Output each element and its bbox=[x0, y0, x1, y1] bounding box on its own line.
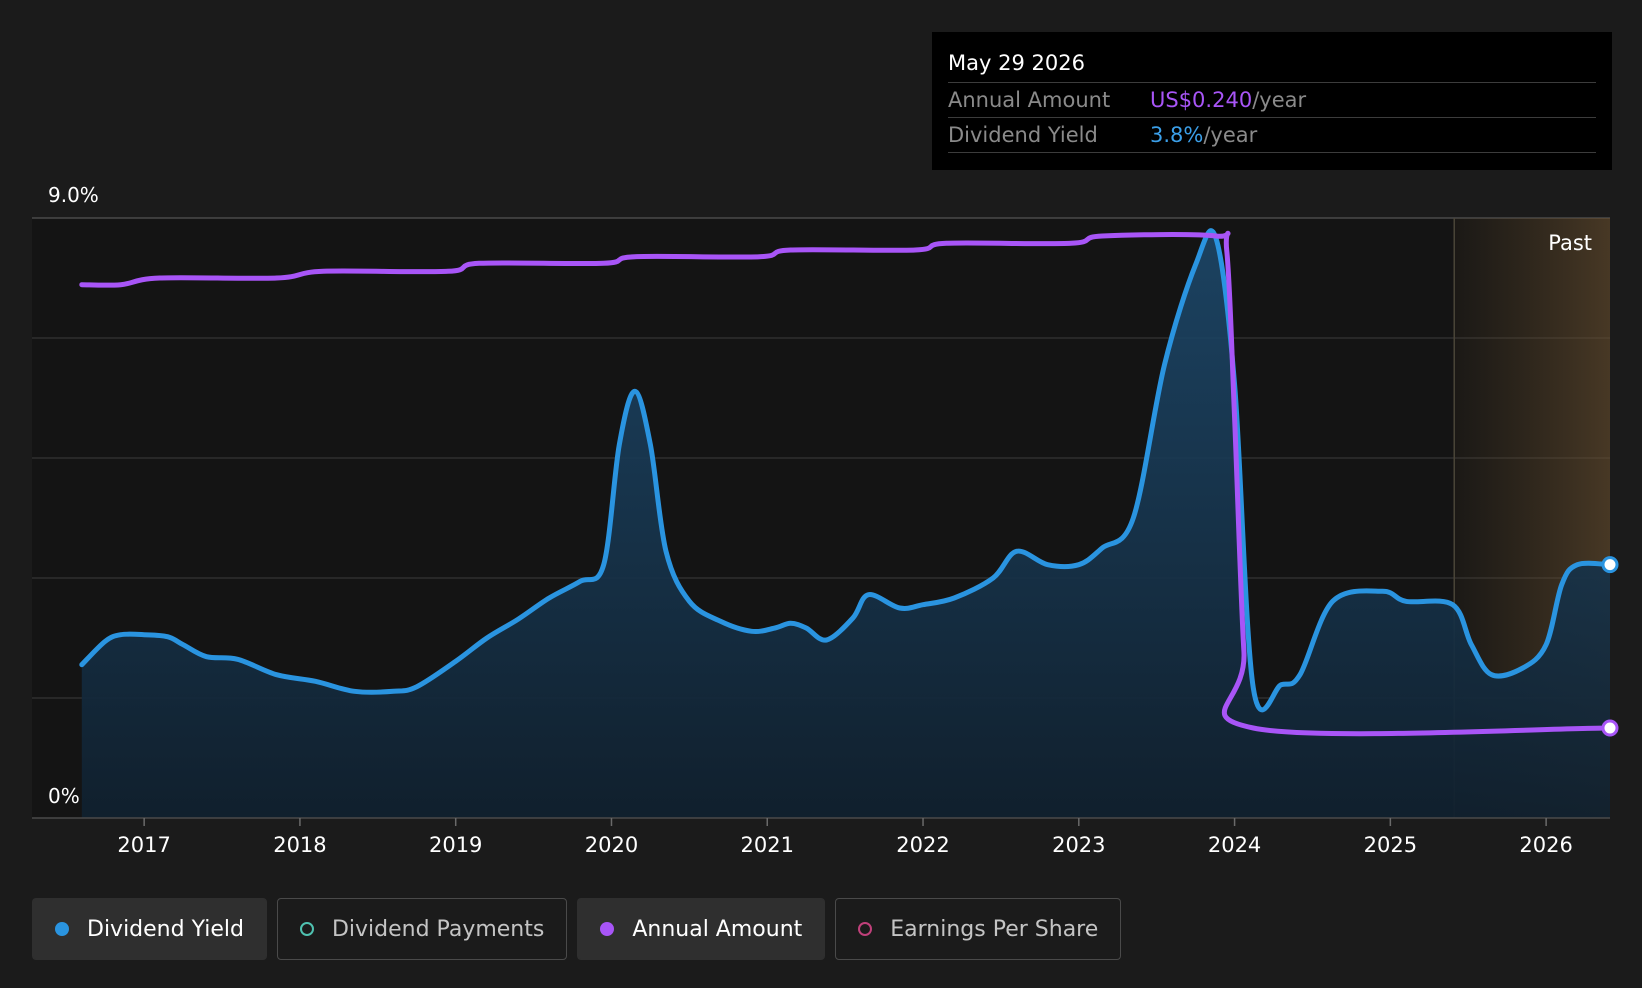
tooltip-row-annual-amount: Annual Amount US$0.240/year bbox=[948, 82, 1596, 117]
tooltip-row-dividend-yield: Dividend Yield 3.8%/year bbox=[948, 117, 1596, 153]
x-tick-label: 2020 bbox=[585, 833, 638, 857]
legend-earnings-per-share-label: Earnings Per Share bbox=[890, 916, 1099, 942]
legend-annual-amount-label: Annual Amount bbox=[632, 916, 803, 942]
x-tick-label: 2019 bbox=[429, 833, 482, 857]
x-tick-label: 2021 bbox=[741, 833, 794, 857]
legend: Dividend Yield Dividend Payments Annual … bbox=[32, 898, 1122, 960]
tooltip-dividend-yield-label: Dividend Yield bbox=[948, 123, 1098, 147]
dividend-yield-end-marker bbox=[1601, 556, 1619, 574]
tooltip-date: May 29 2026 bbox=[948, 51, 1085, 75]
y-axis-max-label: 9.0% bbox=[48, 183, 99, 207]
annual-amount-end-marker bbox=[1601, 719, 1619, 737]
x-tick-label: 2022 bbox=[896, 833, 949, 857]
tooltip-dividend-yield-value: 3.8% bbox=[1150, 123, 1204, 147]
y-axis-min-label: 0% bbox=[48, 784, 80, 808]
legend-dividend-payments-button[interactable]: Dividend Payments bbox=[276, 898, 568, 960]
legend-earnings-per-share-icon bbox=[858, 922, 873, 936]
past-label: Past bbox=[1548, 231, 1592, 255]
legend-dividend-payments-label: Dividend Payments bbox=[331, 916, 545, 942]
tooltip-annual-amount-unit: /year bbox=[1252, 88, 1307, 112]
legend-earnings-per-share-button[interactable]: Earnings Per Share bbox=[835, 898, 1122, 960]
tooltip-annual-amount-label: Annual Amount bbox=[948, 88, 1111, 112]
legend-dividend-payments-icon bbox=[299, 922, 314, 936]
tooltip-annual-amount-value: US$0.240 bbox=[1150, 88, 1253, 112]
legend-annual-amount-icon bbox=[600, 922, 615, 936]
x-tick-label: 2024 bbox=[1208, 833, 1261, 857]
legend-annual-amount-button[interactable]: Annual Amount bbox=[577, 898, 826, 960]
legend-dividend-yield-label: Dividend Yield bbox=[87, 916, 244, 942]
x-axis-ticks: 2017 2018 2019 2020 2021 2022 2023 2024 2025 2026 bbox=[117, 818, 1573, 857]
legend-dividend-yield-button[interactable]: Dividend Yield bbox=[32, 898, 267, 960]
legend-dividend-yield-icon bbox=[55, 922, 69, 936]
x-tick-label: 2017 bbox=[117, 833, 170, 857]
tooltip-dividend-yield-unit: /year bbox=[1203, 123, 1258, 147]
tooltip: May 29 2026 Annual Amount US$0.240/year … bbox=[932, 32, 1612, 170]
x-tick-label: 2026 bbox=[1519, 833, 1572, 857]
x-tick-label: 2023 bbox=[1052, 833, 1105, 857]
x-tick-label: 2018 bbox=[273, 833, 326, 857]
x-tick-label: 2025 bbox=[1364, 833, 1417, 857]
